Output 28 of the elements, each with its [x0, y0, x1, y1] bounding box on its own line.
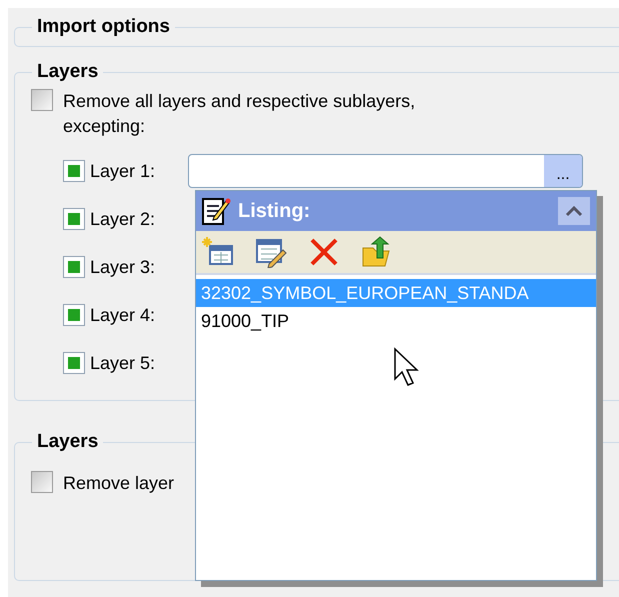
- checkbox[interactable]: [63, 256, 85, 278]
- layer-label: Layer 3:: [90, 256, 156, 278]
- layer-label: Layer 2:: [90, 208, 156, 230]
- delete-icon[interactable]: [308, 236, 340, 268]
- checkbox[interactable]: [63, 352, 85, 374]
- layer-label: Layer 4:: [90, 304, 156, 326]
- checkbox[interactable]: [63, 160, 85, 182]
- collapse-button[interactable]: [558, 197, 590, 225]
- checkbox-label: Remove layer: [63, 472, 176, 495]
- new-table-icon[interactable]: [202, 236, 234, 268]
- layer-field[interactable]: ...: [188, 154, 583, 188]
- edit-table-icon[interactable]: [255, 236, 287, 268]
- mouse-pointer-icon: [393, 347, 419, 387]
- checkbox[interactable]: [31, 471, 53, 493]
- checkbox-label: Remove all layers and respective sublayers, excepting:: [63, 90, 416, 138]
- list-item[interactable]: 91000_TIP: [196, 307, 596, 335]
- chevron-up-icon: [565, 205, 583, 217]
- group-title: Import options: [37, 16, 170, 37]
- group-title: Layers: [37, 61, 98, 82]
- layer-label: Layer 5:: [90, 352, 156, 374]
- layer-label: Layer 1:: [90, 160, 156, 182]
- checkbox[interactable]: [31, 89, 53, 111]
- checkbox[interactable]: [63, 208, 85, 230]
- checkbox[interactable]: [63, 304, 85, 326]
- group-title: Layers: [37, 431, 98, 452]
- popup-title: Listing:: [238, 200, 312, 222]
- notepad-pencil-icon: [200, 195, 232, 227]
- browse-button[interactable]: ...: [544, 155, 582, 187]
